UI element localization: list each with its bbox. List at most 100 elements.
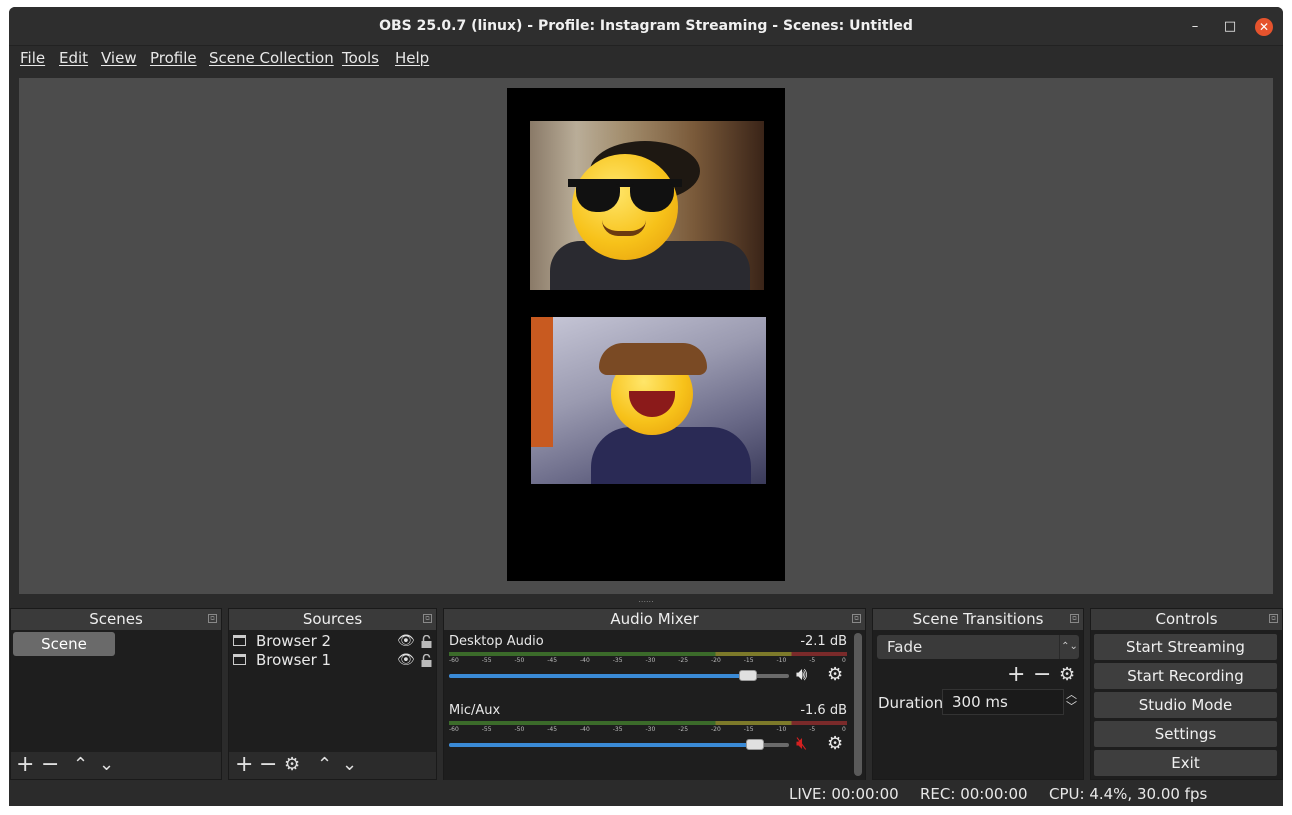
window-title: OBS 25.0.7 (linux) - Profile: Instagram … bbox=[379, 18, 913, 34]
add-scene-icon[interactable]: + bbox=[16, 753, 34, 777]
scene-transitions-title-label: Scene Transitions bbox=[912, 610, 1044, 628]
browser-source-2-video[interactable] bbox=[530, 121, 764, 290]
float-dock-icon[interactable]: ⧉ bbox=[208, 614, 217, 623]
rec-timer: REC: 00:00:00 bbox=[920, 785, 1028, 803]
chevron-updown-icon: ⌃⌄ bbox=[1059, 635, 1079, 659]
live-timer: LIVE: 00:00:00 bbox=[789, 785, 899, 803]
float-dock-icon[interactable]: ⧉ bbox=[1070, 614, 1079, 623]
menu-profile[interactable]: Profile bbox=[150, 49, 197, 67]
visibility-eye-icon[interactable]: 👁 bbox=[397, 632, 415, 651]
slider-fill bbox=[449, 743, 755, 747]
volume-slider-mic[interactable] bbox=[449, 739, 789, 750]
source-label: Browser 2 bbox=[256, 632, 332, 650]
gear-icon[interactable]: ⚙ bbox=[284, 753, 300, 777]
scenes-title: Scenes ⧉ bbox=[11, 609, 221, 630]
browser-source-1-video[interactable] bbox=[531, 317, 766, 484]
channel-name-desktop: Desktop Audio bbox=[449, 634, 544, 649]
cowboy-hat-icon bbox=[599, 343, 707, 375]
menu-view[interactable]: View bbox=[101, 49, 137, 67]
add-transition-icon[interactable]: + bbox=[1007, 663, 1025, 687]
remove-source-icon[interactable]: − bbox=[259, 753, 277, 777]
meter-tick-label: -50 bbox=[514, 726, 525, 733]
sources-title-label: Sources bbox=[302, 610, 363, 628]
preview-area[interactable] bbox=[19, 78, 1273, 594]
menu-bar: File Edit View Profile Scene Collection … bbox=[9, 47, 1283, 73]
minimize-icon[interactable]: – bbox=[1186, 18, 1204, 36]
menu-scene-collection[interactable]: Scene Collection bbox=[209, 49, 334, 67]
move-up-icon[interactable]: ⌃ bbox=[73, 753, 88, 777]
meter-tick-label: -35 bbox=[612, 657, 623, 664]
maximize-icon[interactable]: □ bbox=[1221, 18, 1239, 36]
gear-icon[interactable]: ⚙ bbox=[827, 664, 843, 685]
channel-db-mic: -1.6 dB bbox=[800, 703, 847, 718]
sources-dock: Sources ⧉ Browser 2 👁 Browser 1 👁 + − ⚙ … bbox=[228, 608, 437, 780]
close-icon[interactable]: ✕ bbox=[1255, 18, 1273, 36]
meter-tick-label: -45 bbox=[547, 726, 558, 733]
meter-tick-label: -25 bbox=[678, 726, 689, 733]
volume-slider-desktop[interactable] bbox=[449, 670, 789, 681]
menu-tools[interactable]: Tools bbox=[342, 49, 379, 67]
unlock-icon[interactable] bbox=[421, 654, 432, 667]
audio-mixer-dock: Audio Mixer ⧉ Desktop Audio -2.1 dB -60 -… bbox=[443, 608, 866, 780]
duration-field[interactable]: 300 ms bbox=[942, 689, 1064, 715]
source-row-browser-1[interactable]: Browser 1 👁 bbox=[229, 651, 436, 670]
meter-tick-label: -10 bbox=[776, 726, 787, 733]
meter-tick-label: -25 bbox=[678, 657, 689, 664]
meter-tick-label: -40 bbox=[580, 726, 590, 733]
studio-mode-button[interactable]: Studio Mode bbox=[1094, 692, 1277, 718]
float-dock-icon[interactable]: ⧉ bbox=[852, 614, 861, 623]
transition-selected-value: Fade bbox=[887, 638, 923, 656]
meter-tick-label: -60 bbox=[449, 657, 459, 664]
float-dock-icon[interactable]: ⧉ bbox=[1269, 614, 1278, 623]
start-recording-button[interactable]: Start Recording bbox=[1094, 663, 1277, 689]
float-dock-icon[interactable]: ⧉ bbox=[423, 614, 432, 623]
duration-value: 300 ms bbox=[952, 693, 1008, 711]
meter-tick-label: -20 bbox=[711, 657, 721, 664]
menu-help[interactable]: Help bbox=[395, 49, 429, 67]
speaker-icon[interactable]: 🔊︎ bbox=[796, 664, 807, 685]
meter-tick-label: -60 bbox=[449, 726, 459, 733]
source-row-browser-2[interactable]: Browser 2 👁 bbox=[229, 632, 436, 651]
add-source-icon[interactable]: + bbox=[235, 753, 253, 777]
channel-db-desktop: -2.1 dB bbox=[800, 634, 847, 649]
muted-speaker-icon[interactable]: 🔇︎ bbox=[796, 733, 807, 754]
meter-tick-label: -30 bbox=[645, 657, 656, 664]
browser-source-icon bbox=[233, 654, 246, 665]
move-down-icon[interactable]: ⌄ bbox=[99, 753, 114, 777]
mixer-scrollbar[interactable] bbox=[854, 633, 862, 776]
remove-transition-icon[interactable]: − bbox=[1033, 663, 1051, 687]
gear-icon[interactable]: ⚙ bbox=[1059, 663, 1075, 687]
remove-scene-icon[interactable]: − bbox=[41, 753, 59, 777]
scene-item[interactable]: Scene bbox=[13, 632, 115, 656]
start-streaming-button[interactable]: Start Streaming bbox=[1094, 634, 1277, 660]
channel-name-mic: Mic/Aux bbox=[449, 703, 501, 718]
transition-select[interactable]: Fade ⌃⌄ bbox=[877, 635, 1079, 659]
slider-handle[interactable] bbox=[739, 670, 758, 681]
source-label: Browser 1 bbox=[256, 651, 332, 669]
volume-meter-mic bbox=[449, 721, 847, 725]
meter-tick-label: 0 bbox=[842, 657, 846, 664]
meter-tick-label: -20 bbox=[711, 726, 721, 733]
sources-title: Sources ⧉ bbox=[229, 609, 436, 630]
exit-button[interactable]: Exit bbox=[1094, 750, 1277, 776]
meter-tick-label: -15 bbox=[743, 726, 754, 733]
slider-fill bbox=[449, 674, 749, 678]
menu-edit[interactable]: Edit bbox=[59, 49, 88, 67]
meter-ticks-desktop: -60 -55 -50 -45 -40 -35 -30 -25 -20 -15 -10 -5 0 bbox=[449, 657, 847, 667]
output-canvas[interactable] bbox=[507, 88, 785, 581]
controls-title: Controls ⧉ bbox=[1091, 609, 1282, 630]
move-down-icon[interactable]: ⌄ bbox=[342, 753, 357, 777]
settings-button[interactable]: Settings bbox=[1094, 721, 1277, 747]
dock-splitter[interactable]: ...... bbox=[9, 596, 1283, 606]
slider-handle[interactable] bbox=[746, 739, 764, 750]
menu-file[interactable]: File bbox=[20, 49, 45, 67]
duration-stepper-icon[interactable]: ︿ ﹀ bbox=[1066, 689, 1077, 713]
visibility-eye-icon[interactable]: 👁 bbox=[397, 651, 415, 670]
audio-mixer-title: Audio Mixer ⧉ bbox=[444, 609, 865, 630]
gear-icon[interactable]: ⚙ bbox=[827, 733, 843, 754]
sources-toolbar: + − ⚙ ⌃ ⌄ bbox=[229, 752, 436, 779]
volume-meter-desktop bbox=[449, 652, 847, 656]
meter-tick-label: -45 bbox=[547, 657, 558, 664]
move-up-icon[interactable]: ⌃ bbox=[317, 753, 332, 777]
unlock-icon[interactable] bbox=[421, 635, 432, 648]
